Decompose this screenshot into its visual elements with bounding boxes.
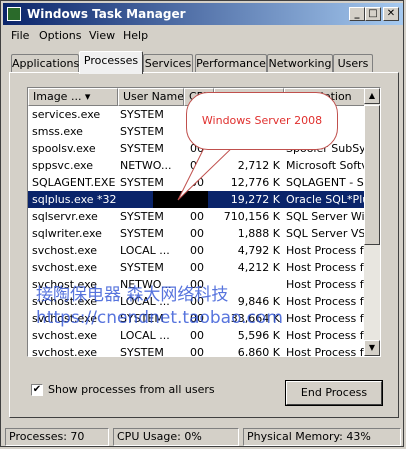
cell-mem: 4,792 K xyxy=(237,244,280,257)
process-row[interactable]: sqlwriter.exe SYSTEM 00 1,888 K SQL Server V… xyxy=(28,225,368,242)
status-physical-memory: Physical Memory: 43% xyxy=(243,428,401,446)
menu-help[interactable]: Help xyxy=(123,29,148,42)
cell-user: SYSTEM xyxy=(120,176,164,189)
tab-services[interactable]: Services xyxy=(143,54,193,73)
show-all-processes-checkbox[interactable]: ✔ xyxy=(31,384,43,396)
cell-image: services.exe xyxy=(32,108,101,121)
close-button[interactable]: ✕ xyxy=(383,7,399,21)
cell-cpu: 00 xyxy=(190,227,204,240)
window-title: Windows Task Manager xyxy=(27,7,186,21)
show-all-processes-label[interactable]: Show processes from all users xyxy=(48,383,215,396)
tab-users[interactable]: Users xyxy=(333,54,373,73)
tab-performance[interactable]: Performance xyxy=(195,54,267,73)
cell-user: SYSTEM xyxy=(120,346,164,357)
cell-cpu: 00 xyxy=(190,346,204,357)
scroll-thumb[interactable] xyxy=(364,105,380,245)
cell-cpu: 00 xyxy=(190,176,204,189)
title-bar[interactable]: Windows Task Manager _ □ ✕ xyxy=(3,3,403,25)
vertical-scrollbar[interactable]: ▲ ▼ xyxy=(364,88,380,356)
tab-applications[interactable]: Applications xyxy=(11,54,79,73)
cell-desc: Host Process fo xyxy=(286,295,368,308)
cell-user: SYSTEM xyxy=(120,142,164,155)
cell-desc: Host Process fo xyxy=(286,346,368,357)
cell-cpu: 00 xyxy=(190,261,204,274)
cell-desc: Host Process fo xyxy=(286,261,368,274)
cell-mem: 5,596 K xyxy=(237,329,280,342)
cell-image: svchost.exe xyxy=(32,346,98,357)
minimize-button[interactable]: _ xyxy=(349,7,365,21)
cell-cpu: 00 xyxy=(190,329,204,342)
cell-desc: Microsoft Softv xyxy=(286,159,368,172)
cell-mem: 4,212 K xyxy=(237,261,280,274)
cell-mem: 12,776 K xyxy=(230,176,280,189)
cell-mem: 19,272 K xyxy=(230,193,280,206)
cell-user: LOCAL ... xyxy=(120,329,170,342)
cell-desc: SQLAGENT - SC xyxy=(286,176,368,189)
redacted-user-name xyxy=(153,191,208,208)
cell-desc: Host Process fo xyxy=(286,278,368,291)
process-row[interactable]: sqlservr.exe SYSTEM 00 710,156 K SQL Server … xyxy=(28,208,368,225)
status-bar: Processes: 70 CPU Usage: 0% Physical Mem… xyxy=(3,428,403,446)
cell-image: sqlplus.exe *32 xyxy=(32,193,117,206)
cell-user: SYSTEM xyxy=(120,210,164,223)
process-row[interactable]: svchost.exe SYSTEM 00 6,860 K Host Process f… xyxy=(28,344,368,357)
process-row[interactable]: SQLAGENT.EXE SYSTEM 00 12,776 K SQLAGENT - S… xyxy=(28,174,368,191)
scroll-down-button[interactable]: ▼ xyxy=(364,340,380,356)
cell-image: sppsvc.exe xyxy=(32,159,93,172)
process-row[interactable]: svchost.exe LOCAL ... 00 4,792 K Host Proces… xyxy=(28,242,368,259)
cell-image: SQLAGENT.EXE xyxy=(32,176,116,189)
cell-desc: Oracle SQL*Plu xyxy=(286,193,368,206)
cell-user: SYSTEM xyxy=(120,227,164,240)
cell-image: sqlwriter.exe xyxy=(32,227,102,240)
cell-desc: Host Process fo xyxy=(286,329,368,342)
scroll-up-button[interactable]: ▲ xyxy=(364,88,380,104)
cell-user: LOCAL ... xyxy=(120,244,170,257)
cell-mem: 1,888 K xyxy=(237,227,280,240)
column-header-user-name[interactable]: User Name xyxy=(118,88,184,106)
cell-user: SYSTEM xyxy=(120,261,164,274)
cell-image: smss.exe xyxy=(32,125,83,138)
cell-user: SYSTEM xyxy=(120,108,164,121)
process-row[interactable]: svchost.exe LOCAL ... 00 5,596 K Host Proces… xyxy=(28,327,368,344)
cell-mem: 710,156 K xyxy=(223,210,280,223)
cell-cpu: 00 xyxy=(190,244,204,257)
cell-image: svchost.exe xyxy=(32,329,98,342)
cell-image: svchost.exe xyxy=(32,244,98,257)
cell-desc: Host Process fo xyxy=(286,244,368,257)
tab-processes[interactable]: Processes xyxy=(79,51,143,74)
status-processes: Processes: 70 xyxy=(5,428,109,446)
cell-cpu: 00 xyxy=(190,159,204,172)
process-row[interactable]: sqlplus.exe *320019,272 KOracle SQL*Plu xyxy=(28,191,368,208)
column-header-image-name[interactable]: Image ... ▾ xyxy=(28,88,118,106)
end-process-button[interactable]: End Process xyxy=(285,380,383,406)
task-manager-window: Windows Task Manager _ □ ✕ File Options … xyxy=(0,0,404,447)
watermark-url: https://cnendnet.taobao.com xyxy=(36,308,283,328)
menu-options[interactable]: Options xyxy=(39,29,81,42)
menu-bar: File Options View Help xyxy=(3,27,403,45)
tab-strip: Applications Processes Services Performa… xyxy=(9,51,399,74)
cell-mem: 2,712 K xyxy=(237,159,280,172)
process-row[interactable]: sppsvc.exe NETWO... 00 2,712 K Microsoft Sof… xyxy=(28,157,368,174)
cell-cpu: 00 xyxy=(190,210,204,223)
task-manager-icon xyxy=(7,7,21,21)
cell-desc: Host Process fo xyxy=(286,312,368,325)
cell-user: NETWO... xyxy=(120,159,172,172)
cell-desc: SQL Server VSS xyxy=(286,227,368,240)
status-cpu-usage: CPU Usage: 0% xyxy=(113,428,239,446)
cell-image: svchost.exe xyxy=(32,261,98,274)
menu-view[interactable]: View xyxy=(89,29,115,42)
watermark-text-cn: 接陶保电器 森大网络科技 xyxy=(36,285,229,305)
cell-user: SYSTEM xyxy=(120,125,164,138)
cell-image: sqlservr.exe xyxy=(32,210,98,223)
process-row[interactable]: svchost.exe SYSTEM 00 4,212 K Host Process f… xyxy=(28,259,368,276)
annotation-callout: Windows Server 2008 xyxy=(186,92,338,150)
cell-desc: SQL Server Win xyxy=(286,210,368,223)
maximize-button[interactable]: □ xyxy=(365,7,381,21)
tab-networking[interactable]: Networking xyxy=(267,54,333,73)
cell-mem: 6,860 K xyxy=(237,346,280,357)
menu-file[interactable]: File xyxy=(11,29,29,42)
cell-image: spoolsv.exe xyxy=(32,142,96,155)
